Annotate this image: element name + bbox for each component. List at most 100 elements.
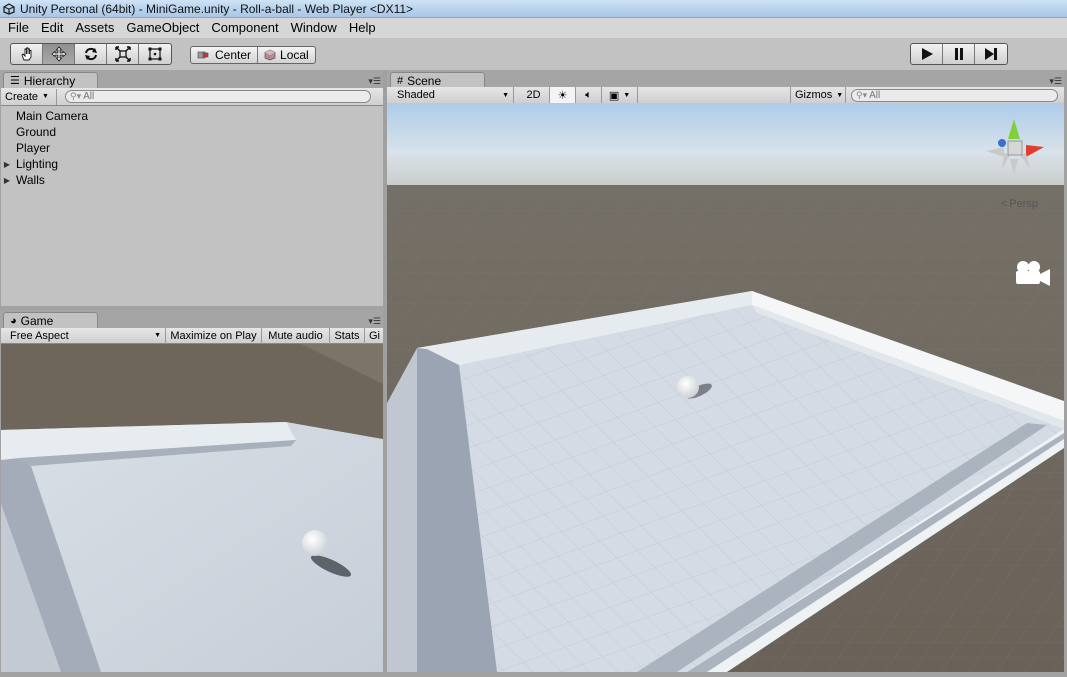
transform-tools <box>10 43 172 65</box>
tab-hierarchy[interactable]: ☰ Hierarchy <box>3 72 98 88</box>
hierarchy-item-label: Lighting <box>16 157 59 171</box>
menu-gameobject[interactable]: GameObject <box>120 18 205 38</box>
camera-gizmo-icon[interactable] <box>1012 259 1052 287</box>
scene-toolbar: Shaded ▼ 2D ☀ 🔈︎ ▣ ▼ Gizmos ▼ ⚲▾ <box>387 87 1064 104</box>
mode-2d-label: 2D <box>526 89 541 101</box>
aspect-dropdown[interactable]: Free Aspect ▼ <box>1 327 166 344</box>
dropdown-arrow-icon: ▼ <box>502 91 509 99</box>
hand-tool-button[interactable] <box>11 44 43 64</box>
hierarchy-item-label: Main Camera <box>16 109 89 123</box>
hierarchy-search-input[interactable] <box>83 91 370 102</box>
image-icon: ▣ <box>608 89 620 102</box>
persp-label[interactable]: < Persp <box>1001 198 1038 210</box>
dropdown-arrow-icon: ▼ <box>154 332 161 339</box>
mute-audio-toggle[interactable]: Mute audio <box>262 327 330 344</box>
expand-arrow-icon[interactable]: ▶ <box>1 176 13 185</box>
tab-game[interactable]: ◕ Game <box>3 312 98 328</box>
step-icon <box>985 48 997 60</box>
pivot-center-label: Center <box>215 48 252 62</box>
local-cube-icon <box>264 49 276 61</box>
menu-edit[interactable]: Edit <box>35 18 69 38</box>
game-viewport[interactable] <box>1 344 383 672</box>
window-title-bar: Unity Personal (64bit) - MiniGame.unity … <box>0 0 1067 18</box>
scale-icon <box>114 46 131 62</box>
stats-toggle[interactable]: Stats <box>330 327 365 344</box>
scene-viewport[interactable]: < Persp <box>387 103 1064 672</box>
play-button[interactable] <box>911 44 943 64</box>
expand-arrow-icon[interactable]: ▶ <box>1 160 13 169</box>
main-toolbar: Center Local <box>0 38 1067 70</box>
aspect-label: Free Aspect <box>10 329 69 342</box>
rotate-icon <box>84 47 97 61</box>
game-toolbar: Free Aspect ▼ Maximize on Play Mute audio… <box>1 327 383 344</box>
scale-tool-button[interactable] <box>107 44 139 64</box>
mode-2d-toggle[interactable]: 2D <box>518 87 550 103</box>
maximize-label: Maximize on Play <box>170 329 257 342</box>
pivot-center-icon <box>197 51 209 59</box>
maximize-on-play-toggle[interactable]: Maximize on Play <box>166 327 262 344</box>
game-gizmos-toggle[interactable]: Gi <box>365 328 383 344</box>
rotate-tool-button[interactable] <box>75 44 107 64</box>
hierarchy-item-player[interactable]: Player <box>1 140 50 156</box>
mute-label: Mute audio <box>268 329 323 342</box>
panel-menu-icon[interactable]: ▾☰ <box>368 316 381 327</box>
gizmos-dropdown[interactable]: Gizmos ▼ <box>790 87 846 103</box>
audio-toggle[interactable]: 🔈︎ <box>576 87 602 103</box>
scene-search[interactable]: ⚲▾ <box>851 89 1058 102</box>
scene-render <box>387 103 1064 672</box>
move-tool-button[interactable] <box>43 44 75 64</box>
gizmos-label: Gizmos <box>795 89 833 101</box>
hand-icon <box>20 47 31 61</box>
pivot-local-label: Local <box>280 48 309 62</box>
tab-hierarchy-label: Hierarchy <box>23 73 76 88</box>
panel-menu-icon[interactable]: ▾☰ <box>1049 76 1062 87</box>
search-icon: ⚲▾ <box>856 90 868 100</box>
menu-assets[interactable]: Assets <box>69 18 120 38</box>
tab-scene[interactable]: # Scene <box>390 72 485 88</box>
step-button[interactable] <box>975 44 1007 64</box>
shading-dropdown[interactable]: Shaded ▼ <box>387 87 514 103</box>
hierarchy-list: Main Camera Ground Player ▶ Lighting ▶ Wal… <box>1 106 383 306</box>
dropdown-arrow-icon: ▼ <box>623 91 631 99</box>
tab-game-label: Game <box>20 313 54 328</box>
move-arrows-icon <box>50 46 67 62</box>
pacman-icon: ◕ <box>10 314 17 327</box>
game-gizmos-label: Gi <box>369 329 380 342</box>
rect-tool-button[interactable] <box>139 44 171 64</box>
lighting-toggle[interactable]: ☀ <box>550 87 576 103</box>
tab-scene-label: Scene <box>407 73 442 88</box>
scene-tab-bar: # Scene ▾☰ <box>387 70 1064 88</box>
shading-label: Shaded <box>397 89 435 101</box>
panel-menu-icon[interactable]: ▾☰ <box>368 76 381 87</box>
playback-controls <box>910 43 1008 65</box>
menu-help[interactable]: Help <box>343 18 382 38</box>
effects-dropdown[interactable]: ▣ ▼ <box>602 87 638 103</box>
bottom-border <box>0 672 1067 677</box>
dropdown-arrow-icon: ▼ <box>42 93 49 100</box>
hierarchy-item-ground[interactable]: Ground <box>1 124 56 140</box>
pivot-center-button[interactable]: Center <box>191 47 259 63</box>
hierarchy-item-label: Player <box>16 141 51 155</box>
hierarchy-tab-bar: ☰ Hierarchy ▾☰ <box>0 70 383 88</box>
menu-component[interactable]: Component <box>205 18 284 38</box>
pause-button[interactable] <box>943 44 975 64</box>
sun-icon: ☀ <box>557 89 568 102</box>
grid-icon: # <box>397 74 404 87</box>
hierarchy-search[interactable]: ⚲▾ <box>65 90 371 103</box>
rect-transform-icon <box>148 47 162 61</box>
menu-window[interactable]: Window <box>285 18 343 38</box>
hierarchy-item-walls[interactable]: ▶ Walls <box>1 172 45 188</box>
hierarchy-item-main-camera[interactable]: Main Camera <box>1 108 88 124</box>
hierarchy-item-label: Walls <box>16 173 45 187</box>
scene-orientation-gizmo[interactable] <box>982 117 1046 181</box>
pivot-toggle-group: Center Local <box>190 46 316 64</box>
window-title: Unity Personal (64bit) - MiniGame.unity … <box>20 1 414 16</box>
menu-file[interactable]: File <box>2 18 35 38</box>
create-dropdown[interactable]: Create ▼ <box>1 88 57 105</box>
persp-arrow-icon: < <box>1000 198 1008 210</box>
hierarchy-item-lighting[interactable]: ▶ Lighting <box>1 156 58 172</box>
scene-search-input[interactable] <box>869 90 1057 101</box>
dropdown-arrow-icon: ▼ <box>836 91 844 99</box>
pivot-local-button[interactable]: Local <box>258 47 315 63</box>
search-icon: ⚲▾ <box>70 91 82 101</box>
